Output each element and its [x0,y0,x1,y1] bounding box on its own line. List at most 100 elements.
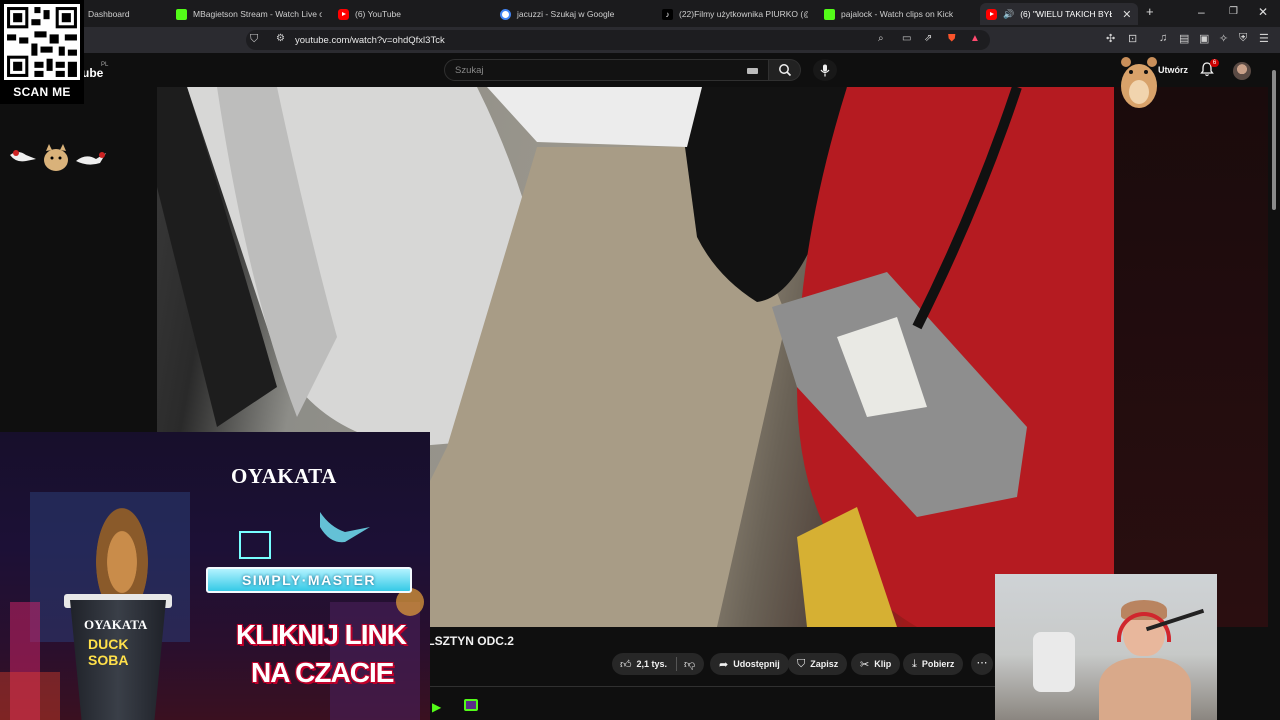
save-button[interactable]: ⛉ Zapisz [788,653,848,675]
tab-youtube[interactable]: (6) YouTube [332,3,482,25]
cup-brand-text: OYAKATA [84,617,148,632]
youtube-icon [986,8,997,20]
like-dislike-group: 👍︎ 2,1 tys. 👎︎ [612,653,704,675]
noodles-image [96,508,148,598]
tab-active-video[interactable]: 🔊 (6) "WIELU TAKICH BYŁO JAK ✕ [980,3,1138,25]
download-icon: ⤓ [912,657,917,670]
background-chair [1033,632,1075,692]
scrollbar-thumb[interactable] [1272,70,1276,210]
leo-ai-icon[interactable]: ✧ [1219,32,1228,45]
like-button[interactable]: 👍︎ 2,1 tys. [612,653,675,675]
ad-cta-line-1: KLIKNIJ LINK [236,619,407,650]
emote-icon [10,150,36,162]
media-icon[interactable]: ♫ [1159,32,1167,44]
cast-icon[interactable]: ▭ [902,33,911,44]
share-button[interactable]: ➦ Udostępnij [710,653,789,675]
emote-icon [76,152,106,165]
speaker-icon: 🔊 [1003,8,1015,19]
search-placeholder: Szukaj [455,65,484,76]
microphone-icon [820,64,830,76]
maximize-button[interactable]: ❐ [1229,6,1238,17]
create-button[interactable]: Utwórz [1158,65,1188,75]
tab-kick-clips[interactable]: pajalock - Watch clips on Kick [818,3,968,25]
thumbs-down-icon: 👎︎ [684,658,696,671]
url-text: youtube.com/watch?v=ohdQfxl3Tck [295,35,445,46]
streamer [1091,600,1195,720]
new-tab-button[interactable]: + [1146,4,1154,19]
search-icon [778,64,791,77]
youtube-logo[interactable]: ube [82,66,103,80]
tab-label: jacuzzi - Szukaj w Google [517,9,615,19]
emote-strip [8,142,108,172]
keyboard-icon[interactable] [747,68,758,74]
country-code: PL [101,62,109,68]
bookmark-icon[interactable]: ⛉ [250,33,258,46]
streamer-webcam-overlay [995,574,1217,720]
wallet-icon[interactable]: ▣ [1199,32,1209,45]
site-settings-icon[interactable]: ⚙ [276,33,285,44]
notification-count-badge: 6 [1210,59,1219,67]
like-count: 2,1 tys. [636,659,668,669]
tab-kick-stream[interactable]: MBagietson Stream - Watch Live on [170,3,322,25]
user-avatar[interactable] [1233,62,1251,80]
download-label: Pobierz [921,659,955,669]
window-close-button[interactable]: ✕ [1258,5,1268,19]
search-input[interactable]: Szukaj [444,59,769,81]
hamster-emote-icon [1121,57,1157,108]
cup-flavor-line-2: SOBA [88,652,129,668]
tab-tiktok[interactable]: ♪ (22)Filmy użytkownika PIURKO (@pi [656,3,808,25]
share-icon[interactable]: ⇗ [924,33,932,44]
voice-search-button[interactable] [813,59,837,81]
zoom-icon[interactable]: ⌕ [878,33,884,44]
kick-icon [176,8,187,20]
share-label: Udostępnij [733,659,780,669]
tab-label: MBagietson Stream - Watch Live on [193,9,322,19]
ad-tagline: SIMPLY·MASTER [206,567,412,593]
streamer-body [1099,658,1191,720]
qr-code-overlay: SCAN ME [0,0,84,104]
youtube-icon [338,8,349,20]
browser-toolbar: ⛉ ⚙ youtube.com/watch?v=ohdQfxl3Tck ⌕ ▭ … [0,27,1280,53]
more-actions-button[interactable]: ⋯ [971,653,993,675]
extensions-icon[interactable]: ✣ [1106,32,1115,45]
screenshot-icon[interactable]: ⊡ [1128,32,1137,45]
qr-code-icon [4,4,80,80]
download-button[interactable]: ⤓ Pobierz [903,653,964,675]
bookmark-icon: ⛉ [797,657,806,670]
youtube-header: ube PL Szukaj Utwórz 6 [0,53,1280,87]
tab-label: (6) YouTube [355,9,401,19]
vpn-icon[interactable]: ⛨ [1239,32,1247,45]
tab-label: (6) "WIELU TAKICH BYŁO JAK [1020,9,1113,19]
tab-label: pajalock - Watch clips on Kick [841,9,954,19]
tiktok-icon: ♪ [662,8,673,20]
sidebar-icon[interactable]: ▤ [1179,32,1189,45]
scissors-icon: ✂ [860,658,870,671]
tab-google-search[interactable]: jacuzzi - Szukaj w Google [494,3,644,25]
ad-cta-line-2: NA CZACIE [251,657,394,688]
search-button[interactable] [769,59,801,81]
browser-tab-bar: Dashboard MBagietson Stream - Watch Live… [0,0,1280,27]
close-icon[interactable]: ✕ [1122,8,1131,21]
save-label: Zapisz [810,659,839,669]
kick-icon [824,8,835,20]
tab-dashboard[interactable]: Dashboard [82,3,170,25]
dislike-button[interactable]: 👎︎ [678,653,701,675]
clip-label: Klip [874,659,892,669]
tab-label: (22)Filmy użytkownika PIURKO (@pi [679,9,808,19]
emote-icon [464,699,478,711]
tab-label: Dashboard [88,9,130,19]
minimize-button[interactable]: – [1198,5,1205,19]
brave-rewards-icon[interactable]: ▲ [970,33,980,44]
screen: Dashboard MBagietson Stream - Watch Live… [0,0,1280,720]
google-icon [500,8,511,20]
cat-emote-icon [44,144,68,171]
share-arrow-icon: ➦ [719,658,729,671]
brave-shield-icon[interactable]: ⛊ [948,33,956,44]
cup-flavor-line-1: DUCK [88,636,129,652]
play-icon[interactable]: ▶ [432,700,441,714]
address-bar[interactable]: ⛉ ⚙ youtube.com/watch?v=ohdQfxl3Tck ⌕ ▭ … [246,30,990,50]
clip-button[interactable]: ✂ Klip [851,653,901,675]
menu-icon[interactable]: ☰ [1259,32,1269,45]
ad-brand-logo: OYAKATA [231,464,337,488]
thumbs-up-icon: 👍︎ [620,658,632,671]
